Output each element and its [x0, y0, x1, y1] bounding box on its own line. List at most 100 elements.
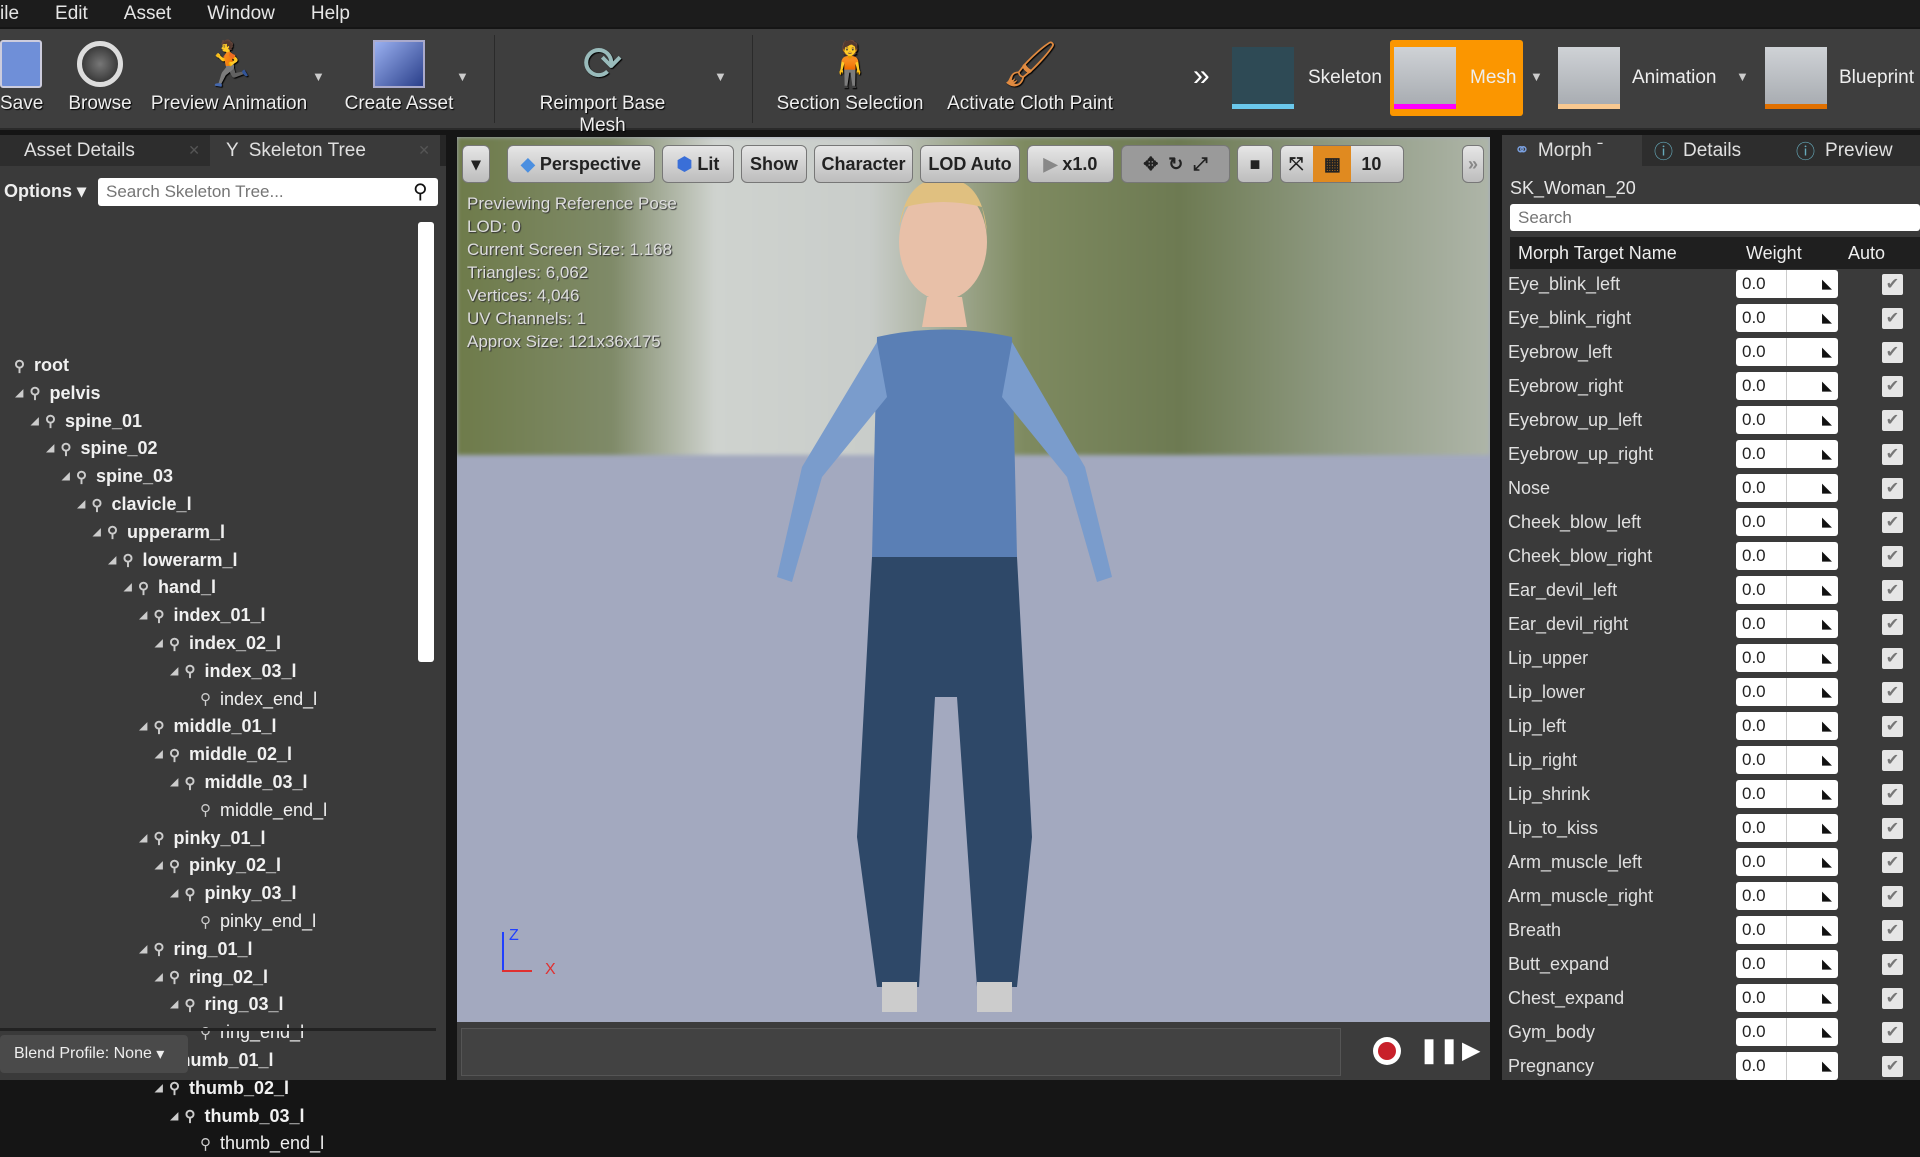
preview-animation-button[interactable]: 🏃 Preview Animation: [150, 35, 308, 115]
mode-blueprint-button[interactable]: Blueprint: [1765, 45, 1914, 111]
expand-triangle-icon[interactable]: ◢: [140, 610, 154, 621]
expand-triangle-icon[interactable]: ◢: [155, 860, 169, 871]
step-forward-button[interactable]: ▶: [1462, 1036, 1480, 1065]
drag-handle-icon[interactable]: ◣: [1822, 820, 1832, 836]
tab-preview[interactable]: ⓘ Preview: [1784, 135, 1920, 166]
auto-checkbox[interactable]: ✔: [1882, 511, 1903, 533]
tree-item[interactable]: ◢ ⚲ pinky_03_l: [171, 880, 297, 907]
weight-input[interactable]: 0.0 ◣: [1736, 712, 1838, 740]
auto-checkbox[interactable]: ✔: [1882, 647, 1903, 669]
tree-item[interactable]: ◢ ⚲ index_01_l: [140, 602, 266, 629]
pause-button[interactable]: ❚❚: [1419, 1036, 1459, 1065]
tab-asset-details[interactable]: Asset Details ✕: [0, 135, 210, 166]
expand-triangle-icon[interactable]: ◢: [62, 471, 76, 482]
expand-triangle-icon[interactable]: ◢: [124, 582, 138, 593]
weight-input[interactable]: 0.0 ◣: [1736, 848, 1838, 876]
drag-handle-icon[interactable]: ◣: [1822, 276, 1832, 292]
mesh-dropdown[interactable]: ▼: [1530, 69, 1543, 84]
save-button[interactable]: Save: [0, 35, 43, 115]
weight-input[interactable]: 0.0 ◣: [1736, 270, 1838, 298]
column-auto-header[interactable]: Auto: [1848, 243, 1885, 264]
auto-checkbox[interactable]: ✔: [1882, 545, 1903, 567]
weight-input[interactable]: 0.0 ◣: [1736, 406, 1838, 434]
morph-search-input[interactable]: [1510, 204, 1920, 231]
tree-item[interactable]: ⚲ pinky_end_l: [186, 908, 316, 935]
drag-handle-icon[interactable]: ◣: [1822, 786, 1832, 802]
tree-item[interactable]: ◢ ⚲ spine_03: [62, 463, 173, 490]
auto-checkbox[interactable]: ✔: [1882, 681, 1903, 703]
drag-handle-icon[interactable]: ◣: [1822, 514, 1832, 530]
tree-item[interactable]: ⚲ thumb_end_l: [186, 1130, 324, 1157]
tree-item[interactable]: ◢ ⚲ thumb_02_l: [155, 1075, 289, 1102]
lod-button[interactable]: LOD Auto: [920, 145, 1020, 183]
weight-input[interactable]: 0.0 ◣: [1736, 576, 1838, 604]
drag-handle-icon[interactable]: ◣: [1822, 548, 1832, 564]
auto-checkbox[interactable]: ✔: [1882, 953, 1903, 975]
tree-item[interactable]: ◢ ⚲ index_02_l: [155, 630, 281, 657]
mode-skeleton-button[interactable]: Skeleton: [1232, 45, 1382, 111]
tab-morph-target[interactable]: ⚭ Morph ˉ: [1502, 135, 1642, 166]
tab-skeleton-tree[interactable]: Y Skeleton Tree ✕: [210, 135, 440, 166]
playback-speed-button[interactable]: ▶ x1.0: [1027, 145, 1114, 183]
expand-triangle-icon[interactable]: ◢: [171, 777, 185, 788]
expand-triangle-icon[interactable]: ◢: [47, 443, 61, 454]
menu-window[interactable]: Window: [207, 3, 275, 25]
grid-snap-icon[interactable]: ▦: [1313, 146, 1352, 182]
auto-checkbox[interactable]: ✔: [1882, 579, 1903, 601]
drag-handle-icon[interactable]: ◣: [1822, 378, 1832, 394]
drag-handle-icon[interactable]: ◣: [1822, 718, 1832, 734]
mode-mesh-button[interactable]: Mesh: [1390, 40, 1523, 116]
tab-details[interactable]: ⓘ Details: [1642, 135, 1784, 166]
preview-animation-dropdown[interactable]: ▼: [312, 69, 325, 84]
drag-handle-icon[interactable]: ◣: [1822, 582, 1832, 598]
expand-triangle-icon[interactable]: ◢: [93, 527, 107, 538]
drag-handle-icon[interactable]: ◣: [1822, 344, 1832, 360]
auto-checkbox[interactable]: ✔: [1882, 715, 1903, 737]
drag-handle-icon[interactable]: ◣: [1822, 412, 1832, 428]
show-button[interactable]: Show: [741, 145, 807, 183]
tree-item[interactable]: ◢ ⚲ upperarm_l: [93, 519, 225, 546]
drag-handle-icon[interactable]: ◣: [1822, 956, 1832, 972]
section-selection-button[interactable]: 🧍 Section Selection: [775, 35, 925, 115]
auto-checkbox[interactable]: ✔: [1882, 1055, 1903, 1077]
weight-input[interactable]: 0.0 ◣: [1736, 746, 1838, 774]
drag-handle-icon[interactable]: ◣: [1822, 854, 1832, 870]
drag-handle-icon[interactable]: ◣: [1822, 990, 1832, 1006]
weight-input[interactable]: 0.0 ◣: [1736, 304, 1838, 332]
auto-checkbox[interactable]: ✔: [1882, 409, 1903, 431]
create-asset-button[interactable]: Create Asset: [342, 35, 456, 115]
close-icon[interactable]: ✕: [188, 142, 200, 159]
tree-item[interactable]: ⚲ index_end_l: [186, 686, 317, 713]
weight-input[interactable]: 0.0 ◣: [1736, 678, 1838, 706]
weight-input[interactable]: 0.0 ◣: [1736, 440, 1838, 468]
tree-item[interactable]: ◢ ⚲ hand_l: [124, 574, 216, 601]
drag-handle-icon[interactable]: ◣: [1822, 684, 1832, 700]
tree-item[interactable]: ◢ ⚲ pinky_02_l: [155, 852, 281, 879]
activate-cloth-paint-button[interactable]: 🖌 Activate Cloth Paint: [945, 35, 1115, 115]
tree-item[interactable]: ◢ ⚲ ring_01_l: [140, 936, 253, 963]
scale-icon[interactable]: ⤢: [1193, 154, 1207, 175]
tree-item[interactable]: ◢ ⚲ pelvis: [16, 380, 101, 407]
viewport-expand-button[interactable]: »: [1462, 145, 1484, 183]
column-name-header[interactable]: Morph Target Name: [1518, 243, 1677, 264]
rotate-icon[interactable]: ↻: [1168, 154, 1183, 175]
auto-checkbox[interactable]: ✔: [1882, 749, 1903, 771]
create-asset-dropdown[interactable]: ▼: [456, 69, 469, 84]
auto-checkbox[interactable]: ✔: [1882, 341, 1903, 363]
snap-controls[interactable]: ⤧ ▦ 10: [1280, 145, 1404, 183]
auto-checkbox[interactable]: ✔: [1882, 443, 1903, 465]
menu-asset[interactable]: Asset: [124, 3, 172, 25]
expand-triangle-icon[interactable]: ◢: [171, 1111, 185, 1122]
blend-profile-dropdown[interactable]: Blend Profile: None ▾: [0, 1035, 188, 1073]
expand-triangle-icon[interactable]: ◢: [140, 944, 154, 955]
weight-input[interactable]: 0.0 ◣: [1736, 338, 1838, 366]
auto-checkbox[interactable]: ✔: [1882, 1021, 1903, 1043]
transform-tools[interactable]: ✥ ↻ ⤢: [1121, 145, 1230, 183]
tree-item[interactable]: ◢ ⚲ lowerarm_l: [109, 547, 238, 574]
drag-handle-icon[interactable]: ◣: [1822, 480, 1832, 496]
expand-triangle-icon[interactable]: ◢: [155, 638, 169, 649]
perspective-button[interactable]: ◆ Perspective: [507, 145, 655, 183]
menu-edit[interactable]: Edit: [55, 3, 88, 25]
tree-item[interactable]: ◢ ⚲ middle_03_l: [171, 769, 308, 796]
expand-triangle-icon[interactable]: ◢: [155, 749, 169, 760]
